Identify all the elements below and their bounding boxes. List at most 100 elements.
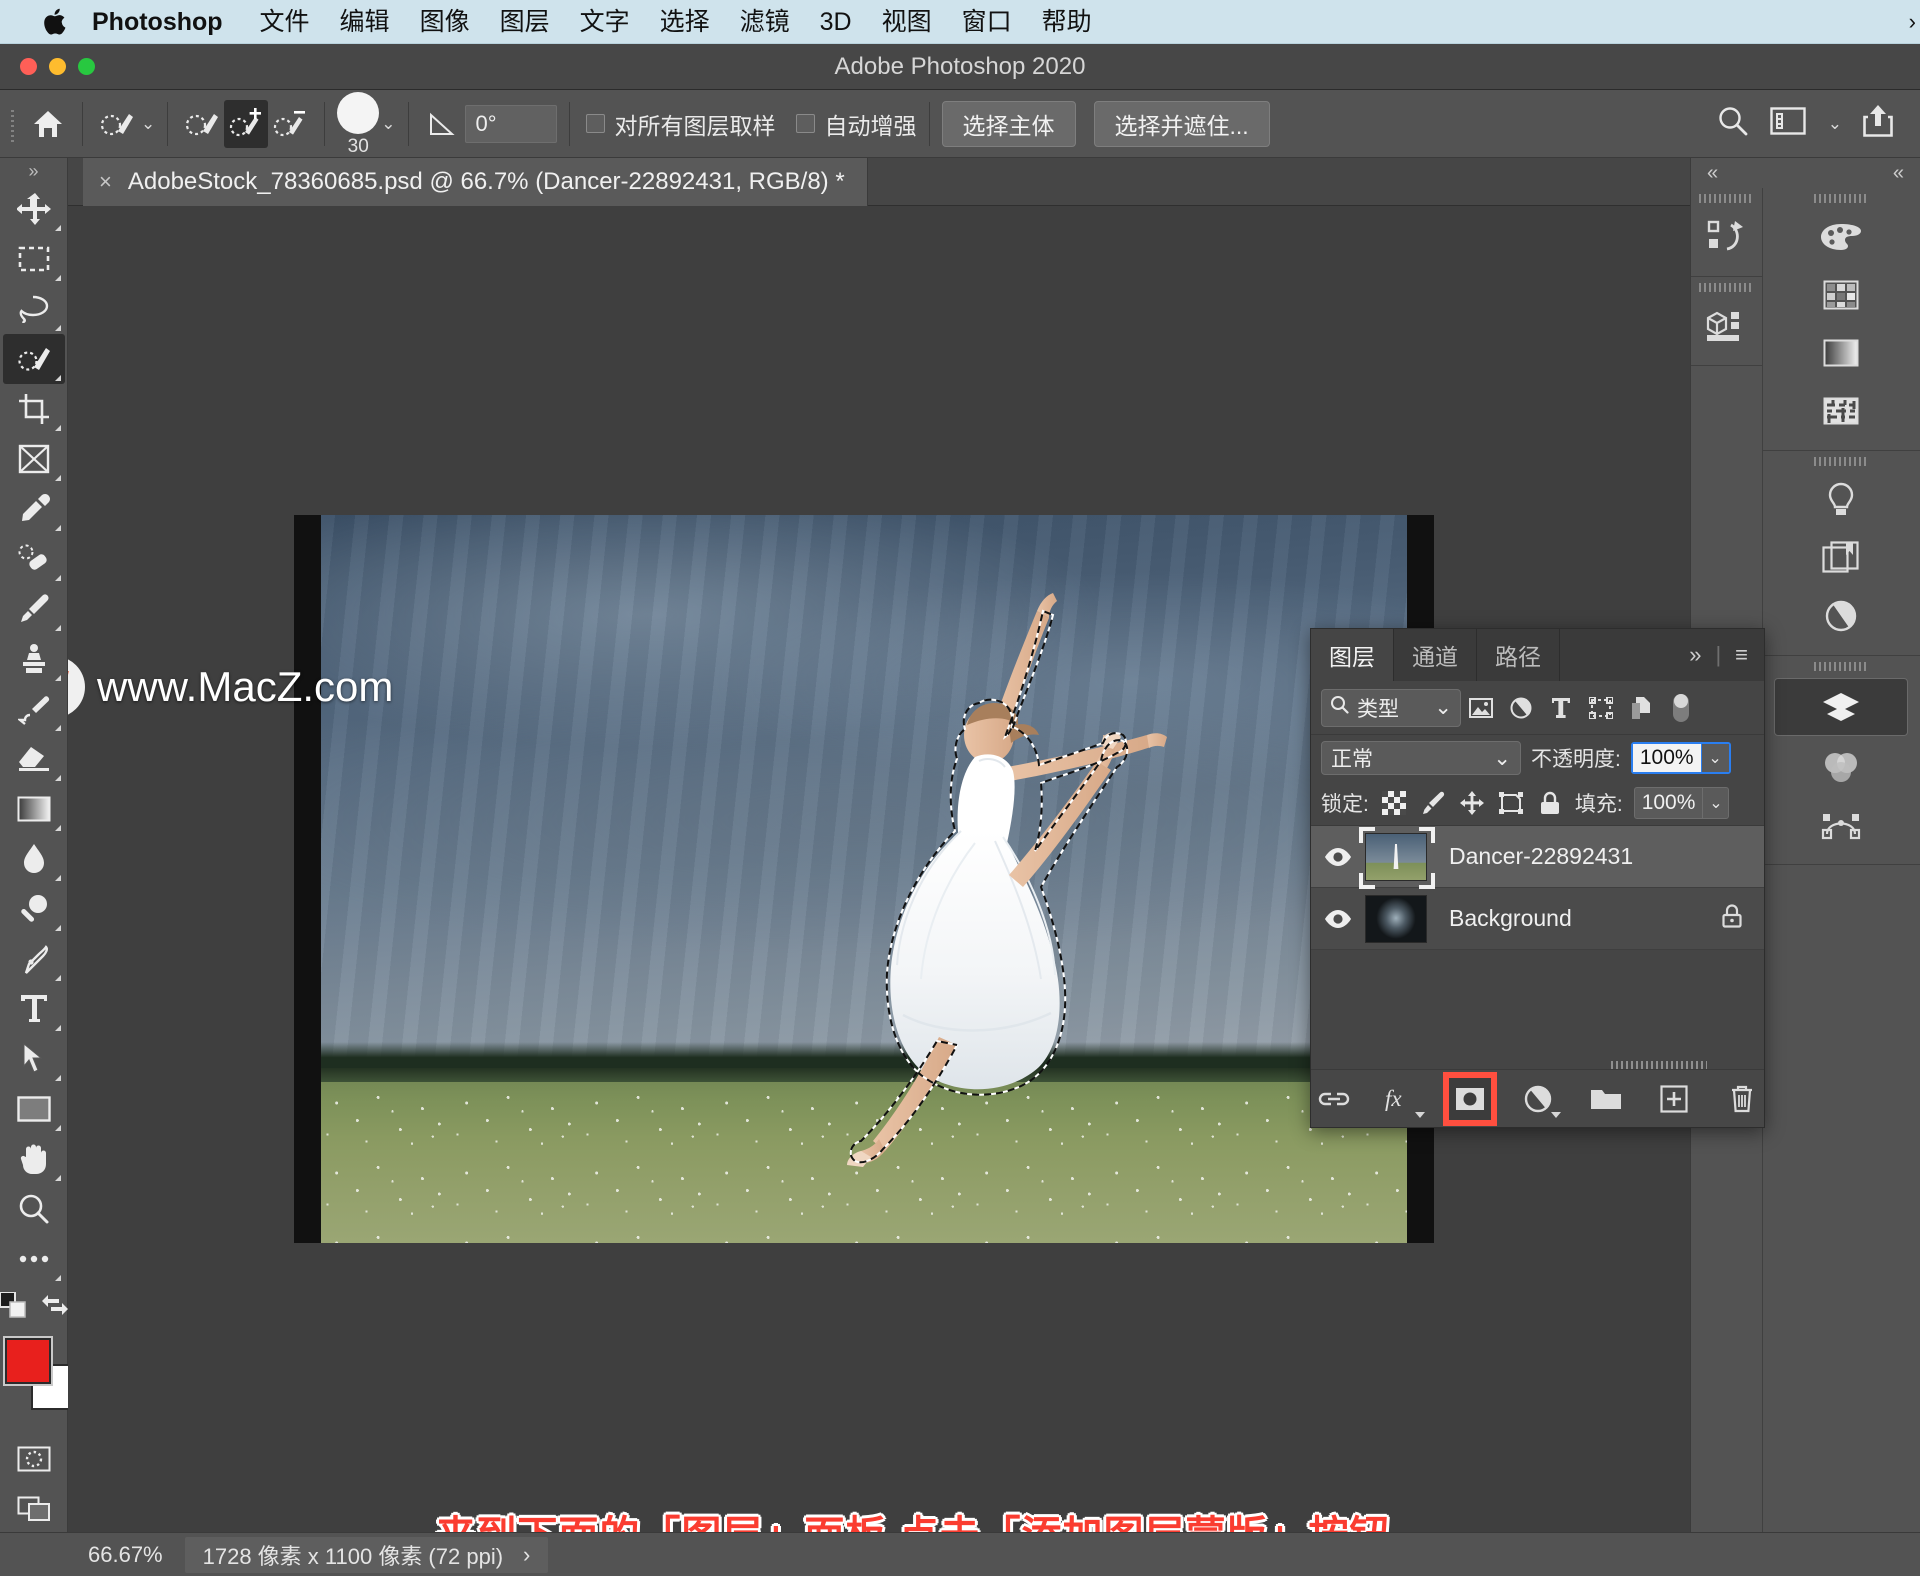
type-tool[interactable]	[3, 984, 65, 1034]
panel-grip[interactable]	[1763, 656, 1920, 676]
brush-preset-chevron-down-icon[interactable]: ⌄	[381, 114, 395, 134]
panel-grip[interactable]	[1763, 451, 1920, 471]
folder-icon[interactable]	[1585, 1078, 1627, 1120]
default-colors-icon[interactable]	[0, 1290, 26, 1323]
share-icon[interactable]	[1862, 104, 1894, 143]
patterns-panel-icon[interactable]	[1763, 382, 1920, 440]
document-dimensions[interactable]: 1728 像素 x 1100 像素 (72 ppi) ›	[184, 1536, 549, 1573]
eyedropper-tool[interactable]	[3, 484, 65, 534]
fill-input[interactable]: 100%	[1635, 788, 1703, 818]
tools-panel-collapse[interactable]: »	[0, 158, 67, 184]
healing-brush-tool[interactable]	[3, 534, 65, 584]
marquee-tool[interactable]	[3, 234, 65, 284]
filter-pixel-icon[interactable]	[1461, 689, 1501, 727]
expand-panel-button[interactable]: »	[1689, 642, 1701, 668]
frame-tool[interactable]	[3, 434, 65, 484]
libraries-panel-icon[interactable]	[1763, 529, 1920, 587]
dodge-tool[interactable]	[3, 884, 65, 934]
lock-image-pixels-icon[interactable]	[1419, 789, 1447, 817]
menu-help[interactable]: 帮助	[1027, 0, 1107, 44]
layer-thumbnail[interactable]	[1359, 826, 1435, 889]
adjustments-panel-icon[interactable]	[1763, 471, 1920, 529]
menu-filter[interactable]: 滤镜	[725, 0, 805, 44]
select-and-mask-button[interactable]: 选择并遮住...	[1093, 100, 1270, 147]
filter-enable-toggle[interactable]	[1661, 689, 1701, 727]
swatches-panel-icon[interactable]	[1763, 266, 1920, 324]
quick-selection-new-button[interactable]	[95, 100, 139, 148]
menu-image[interactable]: 图像	[405, 0, 485, 44]
table-row[interactable]: Dancer-22892431	[1311, 826, 1764, 889]
select-subject-button[interactable]: 选择主体	[941, 100, 1076, 147]
layers-panel[interactable]: 图层 通道 路径 » | ≡ 类型 ⌄ 正常 ⌄ 不透明度: 100% ⌄ 锁定…	[1310, 628, 1765, 1128]
screen-mode-button[interactable]	[3, 1484, 65, 1534]
path-selection-tool[interactable]	[3, 1034, 65, 1084]
filter-smart-object-icon[interactable]	[1621, 689, 1661, 727]
menu-layer[interactable]: 图层	[485, 0, 565, 44]
sample-all-layers-checkbox-row[interactable]: 对所有图层取样	[585, 107, 776, 141]
layer-thumbnail[interactable]	[1365, 894, 1427, 943]
hand-tool[interactable]	[3, 1134, 65, 1184]
link-icon[interactable]	[1313, 1078, 1355, 1120]
fx-icon[interactable]: fx	[1381, 1078, 1425, 1120]
menu-file[interactable]: 文件	[245, 0, 325, 44]
clone-stamp-tool[interactable]	[3, 634, 65, 684]
gradients-panel-icon[interactable]	[1763, 324, 1920, 382]
close-icon[interactable]: ×	[99, 169, 112, 195]
home-icon[interactable]	[26, 100, 70, 148]
history-icon[interactable]	[1691, 208, 1762, 266]
angle-input[interactable]: 0°	[464, 104, 557, 143]
layer-name[interactable]: Background	[1427, 905, 1720, 932]
menu-select[interactable]: 选择	[645, 0, 725, 44]
brush-size-preview[interactable]: 30	[337, 91, 380, 156]
layer-visibility-eye-icon[interactable]	[1311, 847, 1365, 867]
chevron-down-icon[interactable]: ⌄	[141, 114, 155, 134]
menu-view[interactable]: 视图	[867, 0, 947, 44]
table-row[interactable]: Background	[1311, 888, 1764, 950]
search-icon[interactable]	[1716, 104, 1750, 143]
lock-position-icon[interactable]	[1458, 789, 1486, 817]
zoom-tool[interactable]	[3, 1184, 65, 1234]
tab-paths[interactable]: 路径	[1477, 629, 1560, 681]
properties-panel-icon[interactable]	[1763, 587, 1920, 645]
half-circle-icon[interactable]	[1517, 1078, 1561, 1120]
panel-menu-button[interactable]: ≡	[1735, 642, 1748, 668]
add-layer-mask-icon[interactable]	[1442, 1071, 1497, 1126]
sample-all-layers-checkbox[interactable]	[585, 114, 605, 133]
filter-type-text-icon[interactable]	[1541, 689, 1581, 727]
opacity-chevron-down-icon[interactable]: ⌄	[1700, 744, 1729, 772]
workspace-icon[interactable]	[1770, 106, 1806, 141]
plus-square-icon[interactable]	[1653, 1078, 1695, 1120]
trash-icon[interactable]	[1721, 1078, 1763, 1120]
brush-tool[interactable]	[3, 584, 65, 634]
menu-app-name[interactable]: Photoshop	[92, 0, 245, 44]
panel-grip[interactable]	[1691, 188, 1762, 208]
move-tool[interactable]	[3, 184, 65, 234]
collapse-right-dock-button[interactable]: «	[1893, 162, 1904, 185]
channels-panel-icon[interactable]	[1763, 738, 1920, 796]
layers-panel-scrollbar[interactable]	[1311, 1061, 1764, 1069]
document-tab[interactable]: × AdobeStock_78360685.psd @ 66.7% (Dance…	[83, 158, 868, 206]
panel-grip[interactable]	[1691, 277, 1762, 297]
history-brush-tool[interactable]	[3, 684, 65, 734]
auto-enhance-checkbox-row[interactable]: 自动增强	[795, 107, 917, 141]
quick-mask-button[interactable]	[3, 1434, 65, 1484]
blend-mode-select[interactable]: 正常 ⌄	[1321, 741, 1521, 775]
layer-visibility-eye-icon[interactable]	[1311, 909, 1365, 929]
lock-artboard-icon[interactable]	[1497, 789, 1525, 817]
menu-type[interactable]: 文字	[565, 0, 645, 44]
color-panel-icon[interactable]	[1763, 208, 1920, 266]
foreground-color-swatch[interactable]	[4, 1338, 51, 1384]
collapse-left-dock-button[interactable]: «	[1707, 162, 1718, 185]
tab-channels[interactable]: 通道	[1394, 629, 1477, 681]
filter-adjustment-icon[interactable]	[1501, 689, 1541, 727]
artboard[interactable]	[294, 515, 1434, 1243]
cube-icon[interactable]	[1691, 297, 1762, 355]
selection-mode-new[interactable]	[180, 100, 224, 148]
apple-logo-icon[interactable]	[44, 7, 70, 37]
opacity-control[interactable]: 100% ⌄	[1630, 742, 1731, 774]
auto-enhance-checkbox[interactable]	[795, 114, 815, 133]
rectangle-tool[interactable]	[3, 1084, 65, 1134]
pen-tool[interactable]	[3, 934, 65, 984]
opacity-input[interactable]: 100%	[1632, 744, 1701, 772]
workspace-chevron-down-icon[interactable]: ⌄	[1828, 114, 1842, 134]
